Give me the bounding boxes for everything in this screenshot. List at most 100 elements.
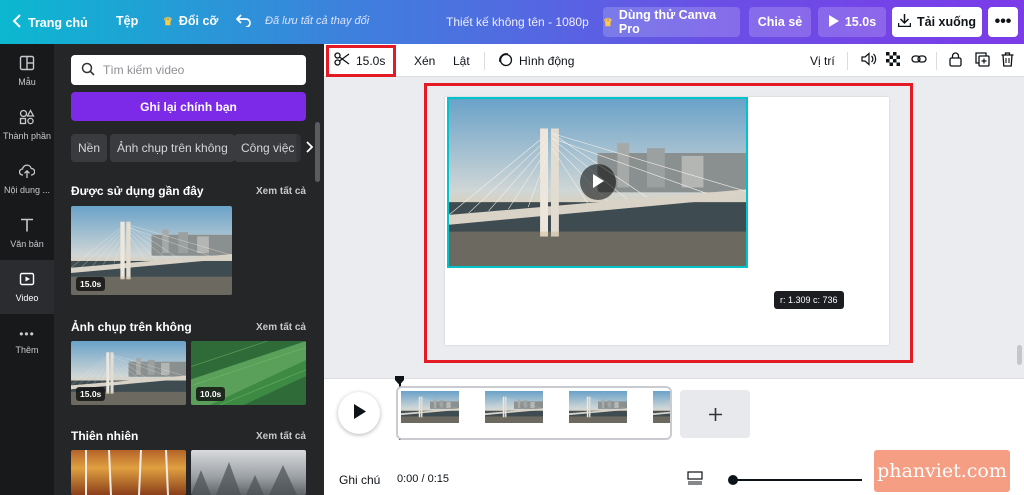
timeline-track[interactable] [396, 386, 672, 440]
undo-button[interactable] [235, 13, 252, 30]
recent-video-thumb[interactable]: 15.0s [71, 206, 232, 295]
present-button[interactable]: 15.0s [818, 7, 886, 37]
crop-button[interactable]: Xén [414, 44, 435, 77]
grid-view-icon [687, 471, 703, 488]
watermark-logo: phanviet.com [874, 450, 1010, 492]
recent-see-all-link[interactable]: Xem tất cả [256, 186, 306, 197]
recent-section-title: Được sử dụng gần đây [71, 184, 204, 198]
duration-badge: 10.0s [196, 387, 226, 401]
play-icon [828, 14, 839, 30]
rail-more[interactable]: ••• Thêm [0, 314, 54, 368]
resize-button[interactable]: ♛ Đổi cỡ [163, 14, 218, 28]
lock-button[interactable] [949, 44, 962, 77]
crown-icon: ♛ [603, 16, 613, 29]
undo-icon [235, 14, 252, 30]
animate-icon [497, 51, 513, 70]
home-link[interactable]: Trang chủ [12, 14, 88, 31]
more-options-button[interactable]: ••• [988, 7, 1018, 37]
design-title[interactable]: Thiết kế không tên - 1080p [446, 15, 589, 29]
panel-scrollbar[interactable] [315, 122, 320, 182]
trim-highlight-box [326, 45, 396, 77]
rail-video-label: Video [15, 293, 39, 303]
record-yourself-button[interactable]: Ghi lại chính bạn [71, 92, 306, 121]
add-page-button[interactable] [680, 390, 750, 438]
duration-badge: 15.0s [76, 387, 106, 401]
pro-trial-button[interactable]: ♛ Dùng thử Canva Pro [603, 7, 740, 37]
present-duration: 15.0s [844, 15, 877, 29]
rail-templates-label: Mẫu [18, 77, 36, 87]
flip-button[interactable]: Lật [453, 44, 470, 77]
top-bar: Trang chủ Tệp ♛ Đổi cỡ Đã lưu tất cả tha… [0, 0, 1024, 44]
nature-video-thumb-1[interactable] [71, 450, 186, 495]
home-label: Trang chủ [28, 15, 88, 30]
share-label: Chia sẻ [757, 15, 803, 29]
rail-video[interactable]: Video [0, 260, 54, 314]
rail-more-label: Thêm [15, 345, 39, 355]
lock-icon [949, 51, 962, 70]
saved-status: Đã lưu tất cả thay đổi [265, 15, 370, 27]
timeline-play-button[interactable] [338, 392, 380, 434]
aerial-video-thumb-1[interactable]: 15.0s [71, 341, 186, 405]
nature-video-thumb-2[interactable] [191, 450, 306, 495]
cloud-upload-icon [18, 163, 36, 181]
volume-button[interactable] [861, 44, 877, 77]
link-button[interactable] [911, 44, 927, 77]
rail-uploads[interactable]: Nội dung ... [0, 152, 54, 206]
autumn-trees-thumbnail [85, 450, 169, 495]
share-button[interactable]: Chia sẻ [749, 7, 811, 37]
duplicate-icon [975, 51, 990, 70]
search-icon [81, 62, 95, 79]
foggy-forest-thumbnail [191, 462, 297, 495]
grid-view-button[interactable] [687, 471, 703, 488]
text-icon [19, 217, 35, 235]
animate-label: Hình động [519, 53, 575, 68]
nature-see-all-link[interactable]: Xem tất cả [256, 431, 306, 442]
rail-text-label: Văn bản [10, 239, 44, 249]
file-menu[interactable]: Tệp [116, 14, 138, 28]
search-input[interactable] [103, 63, 283, 77]
aerial-see-all-link[interactable]: Xem tất cả [256, 322, 306, 333]
aerial-video-thumb-2[interactable]: 10.0s [191, 341, 306, 405]
time-display: 0:00 / 0:15 [397, 473, 449, 485]
rail-elements-label: Thành phần [2, 131, 52, 141]
timeline-frame [653, 391, 670, 423]
toolbar-divider [847, 52, 848, 70]
templates-icon [19, 55, 35, 73]
chevron-right-icon [306, 140, 314, 156]
rail-elements[interactable]: Thành phần [0, 98, 54, 152]
rail-templates[interactable]: Mẫu [0, 44, 54, 98]
delete-button[interactable] [1001, 44, 1014, 77]
zoom-slider-handle[interactable] [728, 475, 738, 485]
toolbar-divider [936, 52, 937, 70]
download-icon [897, 14, 912, 30]
position-button[interactable]: Vị trí [810, 44, 835, 77]
download-button[interactable]: Tải xuống [892, 7, 982, 37]
rotation-tooltip: r: 1.309 c: 736 [774, 291, 844, 309]
editor-toolbar: 15.0s Xén Lật Hình động Vị trí [324, 44, 1024, 77]
file-label: Tệp [116, 14, 139, 28]
nature-section-title: Thiên nhiên [71, 429, 139, 443]
canvas-scrollbar[interactable] [1017, 345, 1022, 365]
duration-badge: 15.0s [76, 277, 106, 291]
transparency-button[interactable] [886, 44, 900, 77]
chip-business[interactable]: Công việc [234, 134, 302, 162]
shapes-icon [19, 109, 35, 127]
pro-trial-label: Dùng thử Canva Pro [618, 8, 717, 36]
notes-button[interactable]: Ghi chú [339, 473, 380, 487]
zoom-slider-track[interactable] [732, 479, 862, 481]
crown-icon: ♛ [163, 15, 173, 28]
resize-label: Đổi cỡ [178, 14, 219, 28]
rail-text[interactable]: Văn bản [0, 206, 54, 260]
ellipsis-icon: ••• [19, 327, 35, 341]
chip-backgrounds[interactable]: Nền [71, 134, 108, 162]
chevron-left-icon [12, 14, 22, 31]
link-icon [911, 53, 927, 68]
chip-aerial[interactable]: Ảnh chụp trên không [110, 134, 235, 162]
ellipsis-icon: ••• [994, 13, 1012, 30]
video-panel: Ghi lại chính bạn Nền Ảnh chụp trên khôn… [54, 44, 324, 495]
download-label: Tải xuống [916, 15, 977, 29]
plus-icon [708, 401, 722, 427]
duplicate-button[interactable] [975, 44, 990, 77]
canvas-highlight-box [424, 83, 913, 363]
animate-button[interactable]: Hình động [497, 44, 574, 77]
